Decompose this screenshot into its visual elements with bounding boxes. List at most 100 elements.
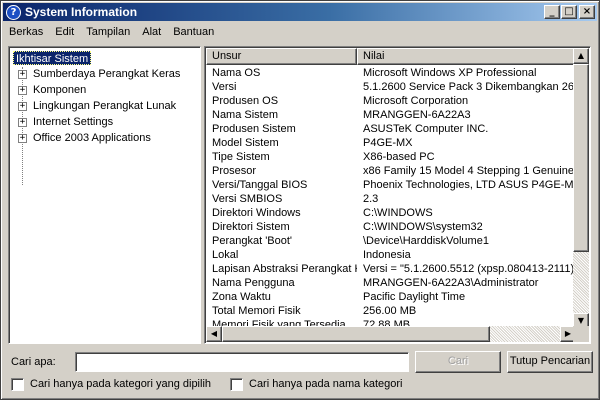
tree-item-internet-settings[interactable]: + Internet Settings: [18, 114, 113, 130]
value-cell: MRANGGEN-6A22A3: [363, 109, 471, 121]
title-bar[interactable]: ? System Information _ □ ×: [3, 3, 597, 21]
value-cell: x86 Family 15 Model 4 Stepping 1 Genuine…: [363, 165, 576, 177]
details-list[interactable]: Unsur Nilai Nama OS Microsoft Windows XP …: [204, 46, 591, 344]
value-cell: C:\WINDOWS\system32: [363, 221, 483, 233]
tree-item-hardware-resources[interactable]: + Sumberdaya Perangkat Keras: [18, 66, 180, 82]
maximize-icon: □: [564, 6, 574, 17]
system-information-icon: ?: [6, 4, 21, 20]
table-row[interactable]: Total Memori Fisik 256.00 MB: [206, 304, 576, 318]
search-category-names-option[interactable]: Cari hanya pada nama kategori: [230, 377, 402, 391]
item-cell: Nama OS: [212, 67, 261, 79]
horizontal-scroll-thumb[interactable]: [222, 326, 490, 342]
value-cell: 5.1.2600 Service Pack 3 Dikembangkan 260…: [363, 81, 576, 93]
table-row[interactable]: Nama Sistem MRANGGEN-6A22A3: [206, 108, 576, 122]
item-cell: Lapisan Abstraksi Perangkat Keras: [212, 263, 357, 275]
table-row[interactable]: Tipe Sistem X86-based PC: [206, 150, 576, 164]
item-cell: Nama Pengguna: [212, 277, 295, 289]
arrow-left-icon: ◀: [210, 329, 218, 338]
close-find-button[interactable]: Tutup Pencarian: [507, 351, 593, 373]
table-row[interactable]: Nama Pengguna MRANGGEN-6A22A3\Administrat…: [206, 276, 576, 290]
window-title: System Information: [25, 5, 138, 19]
value-cell: C:\WINDOWS: [363, 207, 433, 219]
tree-item-software-environment[interactable]: + Lingkungan Perangkat Lunak: [18, 98, 176, 114]
table-row[interactable]: Versi 5.1.2600 Service Pack 3 Dikembangka…: [206, 80, 576, 94]
column-header-item[interactable]: Unsur: [206, 48, 357, 65]
search-selected-category-option[interactable]: Cari hanya pada kategori yang dipilih: [11, 377, 211, 391]
list-header: Unsur Nilai: [206, 48, 576, 65]
search-input[interactable]: [75, 352, 409, 372]
minimize-icon: _: [549, 6, 555, 17]
value-cell: Indonesia: [363, 249, 411, 261]
search-category-names-checkbox[interactable]: [230, 377, 243, 391]
item-cell: Versi/Tanggal BIOS: [212, 179, 308, 191]
table-row[interactable]: Nama OS Microsoft Windows XP Professional: [206, 66, 576, 80]
tree-item-label: Lingkungan Perangkat Lunak: [33, 100, 177, 112]
table-row[interactable]: Produsen OS Microsoft Corporation: [206, 94, 576, 108]
table-row[interactable]: Model Sistem P4GE-MX: [206, 136, 576, 150]
menu-edit[interactable]: Edit: [49, 23, 80, 41]
table-row[interactable]: Prosesor x86 Family 15 Model 4 Stepping 1…: [206, 164, 576, 178]
scrollbar-corner: [573, 326, 589, 342]
table-row[interactable]: Direktori Windows C:\WINDOWS: [206, 206, 576, 220]
close-button[interactable]: ×: [579, 5, 595, 19]
tree-item-label: Office 2003 Applications: [33, 132, 151, 144]
item-cell: Produsen OS: [212, 95, 279, 107]
tree-item-label: Internet Settings: [33, 116, 114, 128]
search-category-names-label: Cari hanya pada nama kategori: [249, 378, 403, 390]
find-button[interactable]: Cari: [415, 351, 501, 373]
menu-tampilan[interactable]: Tampilan: [80, 23, 136, 41]
maximize-button[interactable]: □: [561, 5, 577, 19]
arrow-right-icon: ▶: [564, 329, 572, 338]
value-cell: Microsoft Windows XP Professional: [363, 67, 537, 79]
item-cell: Total Memori Fisik: [212, 305, 301, 317]
horizontal-scrollbar[interactable]: ◀ ▶: [206, 326, 576, 342]
tree-item-system-summary[interactable]: Ikhtisar Sistem: [13, 51, 92, 65]
table-row[interactable]: Zona Waktu Pacific Daylight Time: [206, 290, 576, 304]
table-row[interactable]: Perangkat 'Boot' \Device\HarddiskVolume1: [206, 234, 576, 248]
table-row[interactable]: Versi/Tanggal BIOS Phoenix Technologies, …: [206, 178, 576, 192]
menu-alat[interactable]: Alat: [136, 23, 167, 41]
window-controls: _ □ ×: [543, 5, 595, 19]
value-cell: ASUSTeK Computer INC.: [363, 123, 489, 135]
tree-item-label: Komponen: [33, 84, 87, 96]
item-cell: Produsen Sistem: [212, 123, 296, 135]
menu-berkas[interactable]: Berkas: [3, 23, 49, 41]
expand-icon[interactable]: +: [18, 85, 27, 95]
expand-icon[interactable]: +: [18, 133, 27, 143]
scroll-up-button[interactable]: ▲: [573, 48, 589, 64]
arrow-down-icon: ▼: [577, 316, 585, 325]
item-cell: Zona Waktu: [212, 291, 271, 303]
expand-icon[interactable]: +: [18, 69, 27, 79]
table-row[interactable]: Versi SMBIOS 2.3: [206, 192, 576, 206]
table-row[interactable]: Lapisan Abstraksi Perangkat Keras Versi =…: [206, 262, 576, 276]
value-cell: \Device\HarddiskVolume1: [363, 235, 489, 247]
item-cell: Nama Sistem: [212, 109, 279, 121]
tree-item-label: Sumberdaya Perangkat Keras: [33, 68, 181, 80]
value-cell: X86-based PC: [363, 151, 435, 163]
category-tree[interactable]: Ikhtisar Sistem + Sumberdaya Perangkat K…: [8, 46, 201, 344]
close-icon: ×: [582, 6, 592, 17]
item-cell: Tipe Sistem: [212, 151, 270, 163]
table-row[interactable]: Produsen Sistem ASUSTeK Computer INC.: [206, 122, 576, 136]
menu-bantuan[interactable]: Bantuan: [167, 23, 220, 41]
search-selected-category-checkbox[interactable]: [11, 377, 24, 391]
minimize-button[interactable]: _: [544, 5, 560, 19]
vertical-scrollbar[interactable]: ▲ ▼: [573, 48, 589, 329]
item-cell: Lokal: [212, 249, 239, 261]
item-cell: Versi: [212, 81, 237, 93]
column-header-value[interactable]: Nilai: [357, 48, 576, 65]
vertical-scroll-thumb[interactable]: [573, 64, 589, 252]
value-cell: P4GE-MX: [363, 137, 413, 149]
expand-icon[interactable]: +: [18, 117, 27, 127]
expand-icon[interactable]: +: [18, 101, 27, 111]
table-row[interactable]: Lokal Indonesia: [206, 248, 576, 262]
item-cell: Direktori Sistem: [212, 221, 290, 233]
list-rows: Nama OS Microsoft Windows XP Professional…: [206, 66, 576, 329]
search-label: Cari apa:: [11, 356, 56, 368]
scroll-left-button[interactable]: ◀: [206, 326, 222, 342]
tree-item-components[interactable]: + Komponen: [18, 82, 86, 98]
table-row[interactable]: Direktori Sistem C:\WINDOWS\system32: [206, 220, 576, 234]
tree-item-office-2003[interactable]: + Office 2003 Applications: [18, 130, 151, 146]
item-cell: Versi SMBIOS: [212, 193, 283, 205]
menu-bar: Berkas Edit Tampilan Alat Bantuan: [3, 23, 220, 41]
